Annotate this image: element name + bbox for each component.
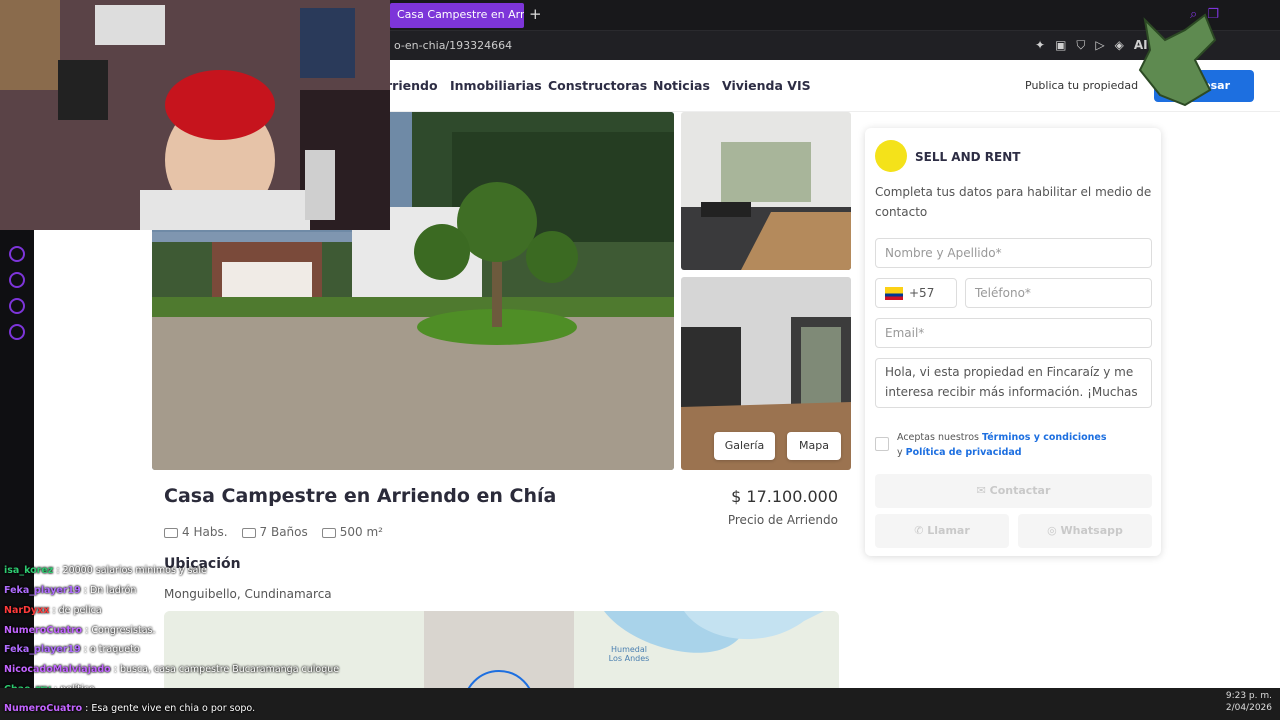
contact-intro: Completa tus datos para habilitar el med… xyxy=(875,185,1152,219)
bathrooms: 7 Baños xyxy=(241,525,308,539)
chat-message: NicocadoMalviajado: busca, casa campestr… xyxy=(4,664,339,675)
bedrooms: 4 Habs. xyxy=(164,525,228,539)
clock-date: 2/04/2026 xyxy=(1225,703,1272,713)
country-code-value: +57 xyxy=(909,286,935,300)
chat-user: Feka_player19 xyxy=(4,644,81,655)
shower-icon xyxy=(241,527,256,538)
chat-text: : 20000 salarios minimos y sale xyxy=(56,565,207,576)
terms-text: Aceptas nuestros Términos y condiciones … xyxy=(897,430,1107,460)
extension-icon[interactable]: ◈ xyxy=(1115,38,1124,53)
bed-icon xyxy=(164,527,178,538)
nav-item-vivienda-vis[interactable]: Vivienda VIS xyxy=(722,78,811,93)
privacy-link[interactable]: Política de privacidad xyxy=(906,447,1022,458)
taskbar: NumeroCuatro: Esa gente vive en chia o p… xyxy=(0,688,1280,720)
listing-features: 4 Habs. 7 Baños 500 m² xyxy=(164,525,383,539)
new-tab-button[interactable]: + xyxy=(529,3,542,25)
gallery-button[interactable]: Galería xyxy=(714,432,775,460)
chat-message: NarDyxx: de pelica xyxy=(4,605,102,616)
chat-user: NarDyxx xyxy=(4,605,50,616)
interior-photo-1[interactable] xyxy=(681,112,851,270)
phone-icon: ✆ xyxy=(914,524,928,537)
contact-button-label: Contactar xyxy=(989,484,1051,497)
bathrooms-label: 7 Baños xyxy=(259,525,308,539)
contact-card: SELL AND RENT Completa tus datos para ha… xyxy=(865,128,1161,556)
screenshot-icon[interactable]: ▣ xyxy=(1055,38,1066,53)
whatsapp-icon: ◎ xyxy=(1047,524,1061,537)
area-icon xyxy=(321,527,336,538)
chat-user: Feka_player19 xyxy=(4,585,81,596)
chat-text: : busca, casa campestre Bucaramanga culo… xyxy=(113,664,340,675)
agency-name: SELL AND RENT xyxy=(915,150,1021,164)
name-field[interactable]: Nombre y Apellido* xyxy=(875,238,1152,268)
system-clock[interactable]: 9:23 p. m. 2/04/2026 xyxy=(1226,690,1272,714)
map-label: Humedal Los Andes xyxy=(608,645,650,663)
chat-user: NumeroCuatro xyxy=(4,625,83,636)
dock-circle-icon[interactable] xyxy=(9,246,25,262)
chat-text: : Congresistas. xyxy=(85,625,156,636)
nav-item-noticias[interactable]: Noticias xyxy=(653,78,710,93)
whatsapp-button[interactable]: ◎ Whatsapp xyxy=(1018,514,1152,548)
pin-icon[interactable]: ✦ xyxy=(1035,38,1045,53)
dock-cube-icon[interactable] xyxy=(9,298,25,314)
chat-message: isa_korez: 20000 salarios minimos y sale xyxy=(4,565,207,576)
area: 500 m² xyxy=(321,525,383,539)
nav-item-inmobiliarias[interactable]: Inmobiliarias xyxy=(450,78,542,93)
terms-prefix: Aceptas nuestros xyxy=(897,432,979,443)
terms-and: y xyxy=(897,447,903,458)
screen: Casa Campestre en Arriendo + ⌕ ❐ o-en-ch… xyxy=(0,0,1280,720)
map-button[interactable]: Mapa xyxy=(787,432,841,460)
chat-user: NicocadoMalviajado xyxy=(4,664,111,675)
chat-user: isa_korez xyxy=(4,565,54,576)
chat-text: : o traqueto xyxy=(83,644,140,655)
chat-message: NumeroCuatro: Congresistas. xyxy=(4,625,156,636)
url-text[interactable]: o-en-chia/193324664 xyxy=(394,39,512,52)
chat-text: : de pelica xyxy=(52,605,102,616)
nav-item-arriendo[interactable]: rriendo xyxy=(386,78,438,93)
dock-clock-icon[interactable] xyxy=(9,272,25,288)
gargoyle-overlay-icon xyxy=(1125,10,1225,110)
mail-icon: ✉ xyxy=(976,484,990,497)
colombia-flag-icon xyxy=(885,287,903,300)
listing-price: $ 17.100.000 xyxy=(731,487,838,506)
terms-link[interactable]: Términos y condiciones xyxy=(982,432,1107,443)
phone-field[interactable]: Teléfono* xyxy=(965,278,1152,308)
agency-logo xyxy=(875,140,907,172)
clock-time: 9:23 p. m. xyxy=(1225,691,1272,701)
contact-button[interactable]: ✉ Contactar xyxy=(875,474,1152,508)
message-textarea[interactable]: Hola, vi esta propiedad en Fincaraíz y m… xyxy=(875,358,1152,408)
whatsapp-button-label: Whatsapp xyxy=(1060,524,1123,537)
price-label: Precio de Arriendo xyxy=(727,513,838,527)
bedrooms-label: 4 Habs. xyxy=(182,525,228,539)
chat-message: Feka_player19: o traqueto xyxy=(4,644,140,655)
listing-title: Casa Campestre en Arriendo en Chía xyxy=(164,485,557,507)
terms-checkbox[interactable] xyxy=(875,437,889,451)
email-field[interactable]: Email* xyxy=(875,318,1152,348)
tab-title: Casa Campestre en Arriendo xyxy=(397,8,524,21)
chat-text: : Esa gente vive en chia o por sopo. xyxy=(85,703,256,714)
webcam-overlay xyxy=(0,0,390,230)
chat-message: NumeroCuatro: Esa gente vive en chia o p… xyxy=(4,703,255,714)
area-label: 500 m² xyxy=(339,525,383,539)
call-button[interactable]: ✆ Llamar xyxy=(875,514,1009,548)
chat-message: Feka_player19: Dn ladrón xyxy=(4,585,136,596)
country-code-select[interactable]: +57 ⌄ xyxy=(875,278,957,328)
chat-user: NumeroCuatro xyxy=(4,703,83,714)
left-dock xyxy=(0,230,34,570)
chat-text: : Dn ladrón xyxy=(83,585,137,596)
browser-tab-active[interactable]: Casa Campestre en Arriendo xyxy=(390,3,524,28)
call-button-label: Llamar xyxy=(927,524,970,537)
nav-item-constructoras[interactable]: Constructoras xyxy=(548,78,647,93)
play-icon[interactable]: ▷ xyxy=(1095,38,1104,53)
shield-icon[interactable]: ⛉ xyxy=(1076,38,1085,53)
dock-gear-icon[interactable] xyxy=(9,324,25,340)
publish-link[interactable]: Publica tu propiedad xyxy=(1025,79,1138,92)
